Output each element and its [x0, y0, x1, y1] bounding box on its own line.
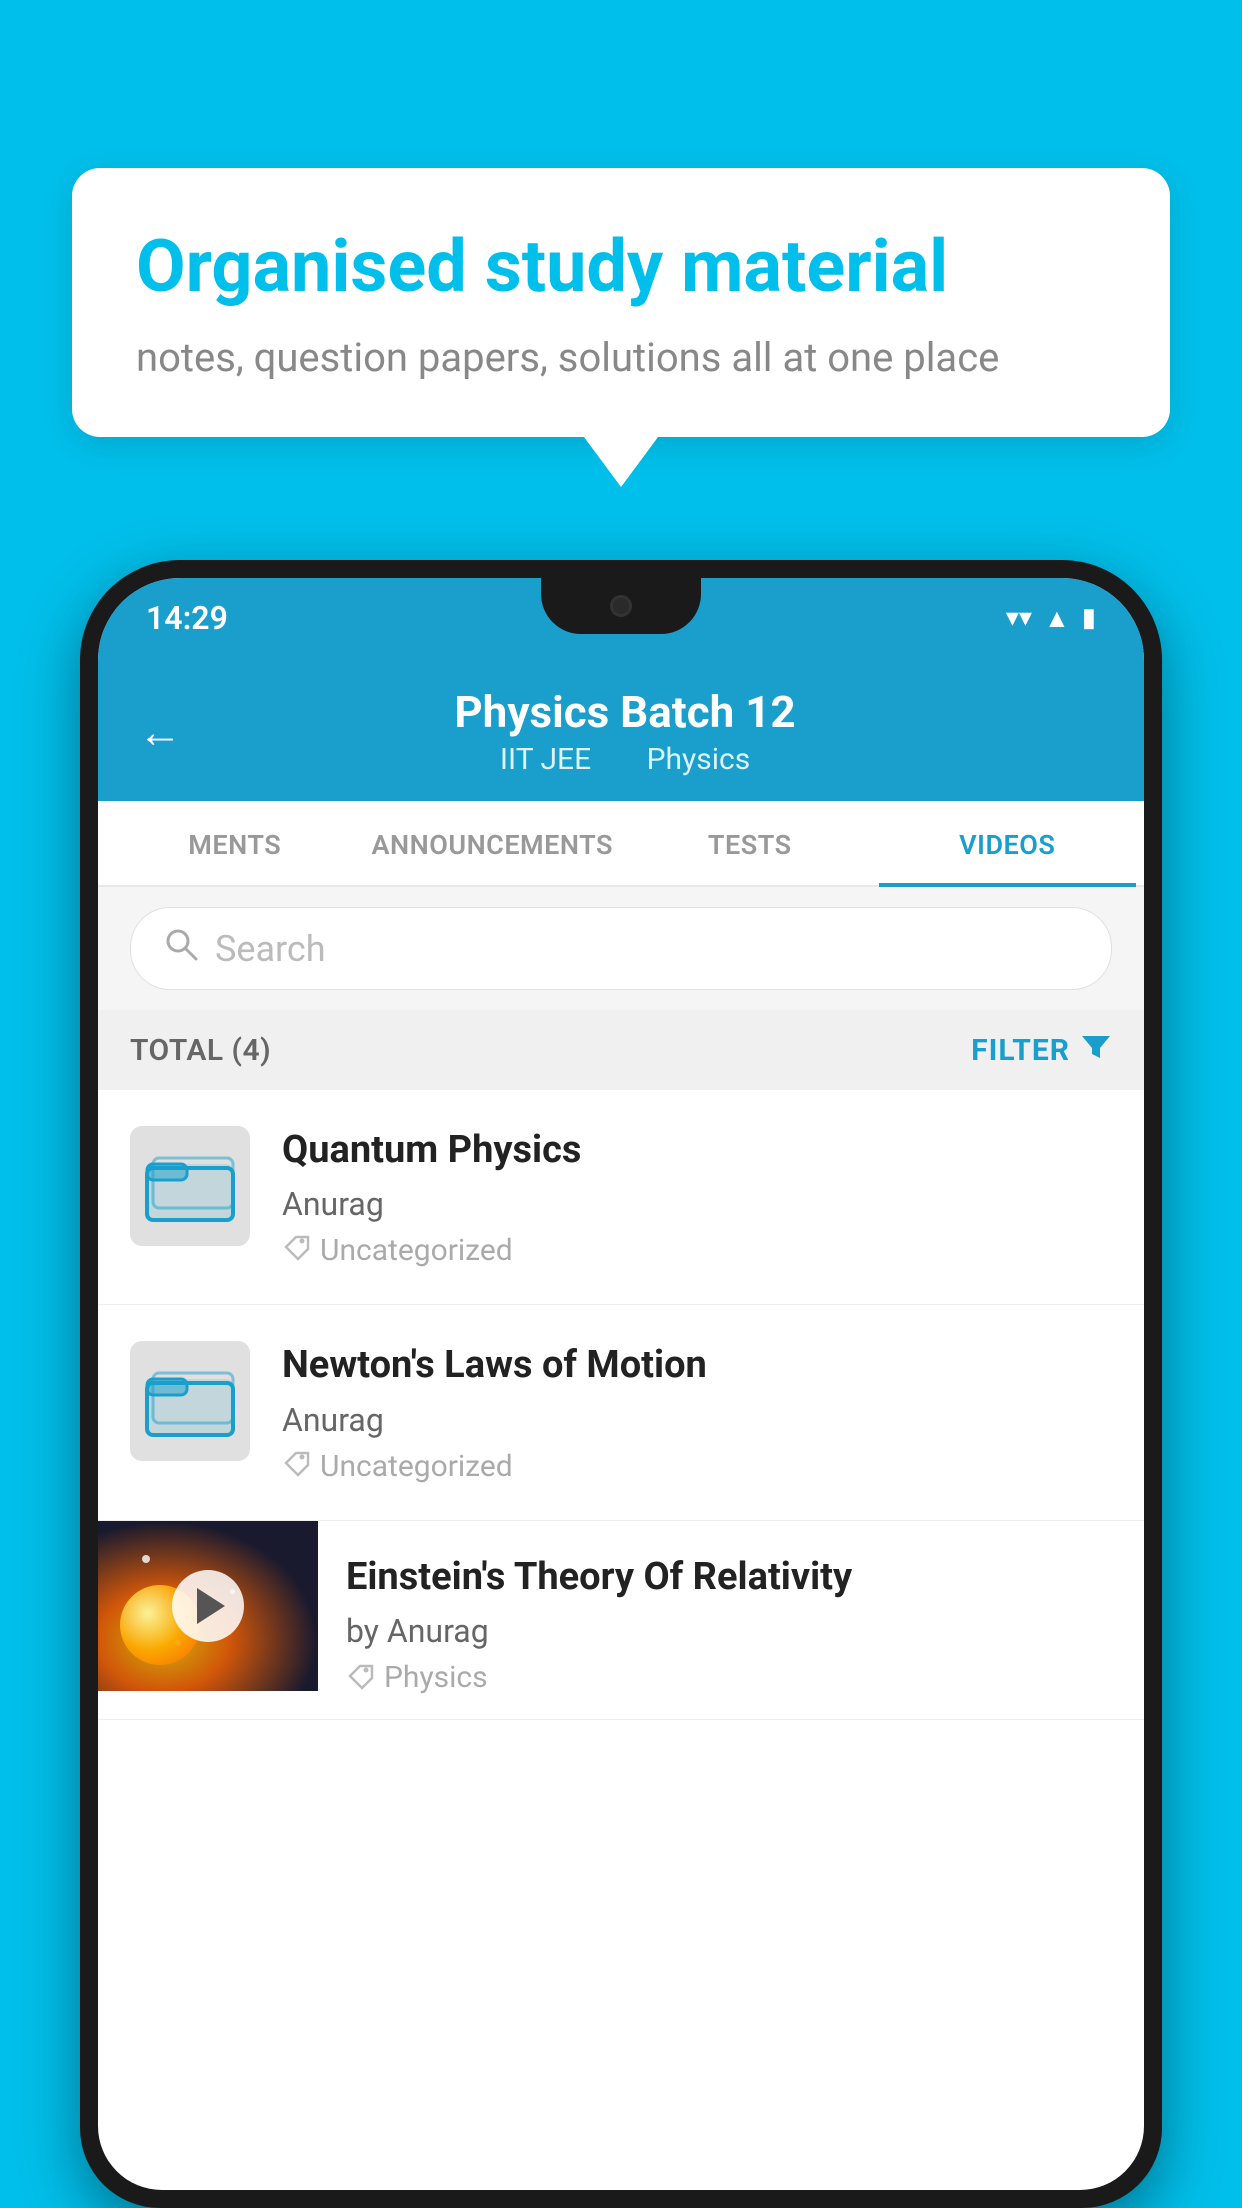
video-title-3: Einstein's Theory Of Relativity [346, 1553, 1112, 1602]
folder-thumb-2 [130, 1341, 250, 1461]
video-list: Quantum Physics Anurag Uncategorized [98, 1090, 1144, 1720]
signal-icon: ▲ [1044, 603, 1070, 634]
filter-button[interactable]: FILTER [971, 1030, 1112, 1070]
video-info-2: Newton's Laws of Motion Anurag Uncategor… [282, 1341, 1112, 1483]
search-container: Search [98, 887, 1144, 1010]
video-thumb-3 [98, 1521, 318, 1691]
batch-subtitle: IIT JEE Physics [206, 742, 1044, 777]
star-1 [142, 1555, 150, 1563]
list-item[interactable]: Einstein's Theory Of Relativity by Anura… [98, 1521, 1144, 1720]
video-tag-2: Uncategorized [282, 1449, 1112, 1484]
notch [541, 578, 701, 634]
filter-label: FILTER [971, 1033, 1070, 1068]
tab-ments[interactable]: MENTS [106, 801, 364, 885]
filter-icon [1080, 1030, 1112, 1070]
video-tag-3: Physics [346, 1660, 1112, 1695]
search-input[interactable]: Search [215, 928, 326, 970]
search-bar[interactable]: Search [130, 907, 1112, 990]
tag-text-2: Uncategorized [320, 1449, 513, 1484]
video-tag-1: Uncategorized [282, 1233, 1112, 1268]
play-button[interactable] [172, 1570, 244, 1642]
speech-bubble: Organised study material notes, question… [72, 168, 1170, 437]
video-info-3: Einstein's Theory Of Relativity by Anura… [318, 1521, 1144, 1719]
back-button[interactable]: ← [138, 706, 182, 758]
subtitle-physics: Physics [647, 742, 751, 777]
phone-frame: 14:29 ▾▾ ▲ ▮ ← Physics Batch 12 IIT JEE … [80, 560, 1162, 2208]
battery-icon: ▮ [1082, 603, 1096, 633]
tag-icon-1 [282, 1233, 310, 1268]
tabs-bar: MENTS ANNOUNCEMENTS TESTS VIDEOS [98, 801, 1144, 887]
tag-icon-2 [282, 1449, 310, 1484]
app-header: ← Physics Batch 12 IIT JEE Physics [98, 658, 1144, 801]
list-item[interactable]: Quantum Physics Anurag Uncategorized [98, 1090, 1144, 1305]
batch-title: Physics Batch 12 [206, 686, 1044, 738]
tab-announcements[interactable]: ANNOUNCEMENTS [364, 801, 622, 885]
tag-text-1: Uncategorized [320, 1233, 513, 1268]
video-author-1: Anurag [282, 1185, 1112, 1223]
video-title-1: Quantum Physics [282, 1126, 1112, 1175]
bubble-title: Organised study material [136, 224, 1106, 310]
filter-row: TOTAL (4) FILTER [98, 1010, 1144, 1090]
header-title-area: Physics Batch 12 IIT JEE Physics [206, 686, 1044, 777]
phone-inner: 14:29 ▾▾ ▲ ▮ ← Physics Batch 12 IIT JEE … [98, 578, 1144, 2190]
subtitle-iitjee: IIT JEE [500, 742, 591, 777]
video-info-1: Quantum Physics Anurag Uncategorized [282, 1126, 1112, 1268]
video-author-3: by Anurag [346, 1612, 1112, 1650]
list-item[interactable]: Newton's Laws of Motion Anurag Uncategor… [98, 1305, 1144, 1520]
folder-thumb-1 [130, 1126, 250, 1246]
wifi-icon: ▾▾ [1006, 603, 1032, 633]
tab-videos[interactable]: VIDEOS [879, 801, 1137, 885]
status-bar: 14:29 ▾▾ ▲ ▮ [98, 578, 1144, 658]
status-time: 14:29 [146, 599, 228, 637]
tab-tests[interactable]: TESTS [621, 801, 879, 885]
tag-text-3: Physics [384, 1660, 488, 1695]
status-icons: ▾▾ ▲ ▮ [1006, 603, 1096, 634]
video-author-2: Anurag [282, 1401, 1112, 1439]
camera-dot [610, 595, 632, 617]
tag-icon-3 [346, 1662, 374, 1694]
play-triangle [197, 1588, 225, 1624]
bubble-subtitle: notes, question papers, solutions all at… [136, 334, 1106, 381]
total-count: TOTAL (4) [130, 1033, 271, 1068]
video-title-2: Newton's Laws of Motion [282, 1341, 1112, 1390]
search-icon [163, 926, 199, 971]
